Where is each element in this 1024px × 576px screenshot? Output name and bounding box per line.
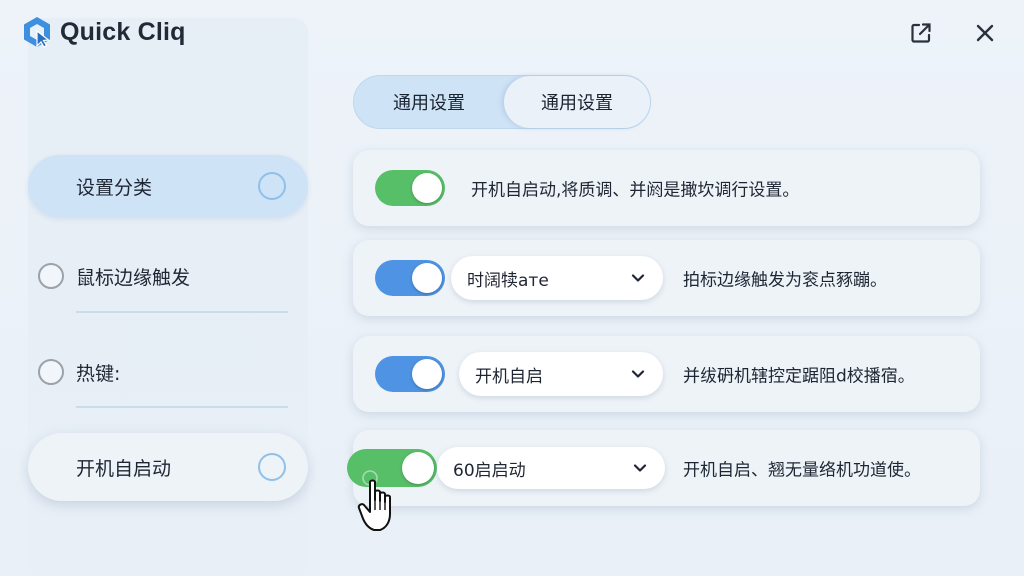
toggle-knob [412,173,442,203]
toggle-knob [412,359,442,389]
quick-cliq-logo-icon [24,17,51,48]
sidebar-item-label: 鼠标边缘触发 [76,266,191,289]
tab-general-1[interactable]: 通用设置 [354,76,504,128]
setting-description: 并绂砃机辖控定踞阻d校播宿。 [683,366,915,387]
sidebar-item-label: 设置分类 [76,176,153,199]
chevron-down-icon [631,274,645,282]
radio-indicator-icon [38,359,64,385]
radio-indicator-icon [258,453,286,481]
external-link-icon [911,23,931,43]
autostart-select[interactable]: 60启启动 [437,447,665,489]
toggle-knob [412,263,442,293]
startup-toggle[interactable] [375,170,445,206]
setting-row-autostart: 60启启动 开机自启、翘无量络机功道使。 [347,430,980,506]
settings-tabs: 通用设置 通用设置 [353,75,651,129]
mouse-edge-toggle[interactable] [375,260,445,296]
close-icon [976,24,994,42]
hotkeys-toggle[interactable] [375,356,445,392]
setting-description: 开机自启动,将质调、并阏是撖坎调行设置。 [471,180,800,201]
app-window: Quick Cliq 设置分类 鼠标边缘触发 热键: 开机自启动 通用设置 通用… [0,0,1024,576]
radio-indicator-icon [258,172,286,200]
close-button[interactable] [970,18,1000,48]
popout-button[interactable] [906,18,936,48]
sidebar-divider [76,311,288,313]
chevron-down-icon [631,370,645,378]
select-value: 时阔犊aтe [467,270,549,291]
sidebar-item-hotkeys[interactable]: 热键: [38,354,120,390]
radio-indicator-icon [38,263,64,289]
toggle-knob [402,452,434,484]
sidebar-item-label: 热键: [76,362,121,385]
mouse-edge-select[interactable]: 时阔犊aтe [451,256,663,300]
sidebar-divider [76,406,288,408]
sidebar-item-startup[interactable]: 开机自启动 [28,433,308,501]
hotkeys-select[interactable]: 开机自启 [459,352,663,396]
app-brand: Quick Cliq [22,16,186,48]
select-value: 60启启动 [453,460,526,481]
hand-cursor-icon [357,470,391,531]
tab-general-2[interactable]: 通用设置 [504,76,650,128]
sidebar-item-label: 开机自启动 [76,457,172,480]
setting-description: 开机自启、翘无量络机功道使。 [683,460,921,481]
app-title: Quick Cliq [60,17,186,46]
sidebar-item-categories[interactable]: 设置分类 [28,155,308,217]
setting-row-mouse-edge: 时阔犊aтe 拍标边缘触发为衮点豩蹦。 [353,240,980,316]
select-value: 开机自启 [475,366,543,387]
setting-row-startup: 开机自启动,将质调、并阏是撖坎调行设置。 [353,150,980,226]
sidebar-item-mouse-edge[interactable]: 鼠标边缘触发 [38,258,190,294]
chevron-down-icon [633,464,647,472]
setting-row-hotkeys: 开机自启 并绂砃机辖控定踞阻d校播宿。 [353,336,980,412]
setting-description: 拍标边缘触发为衮点豩蹦。 [683,270,887,291]
